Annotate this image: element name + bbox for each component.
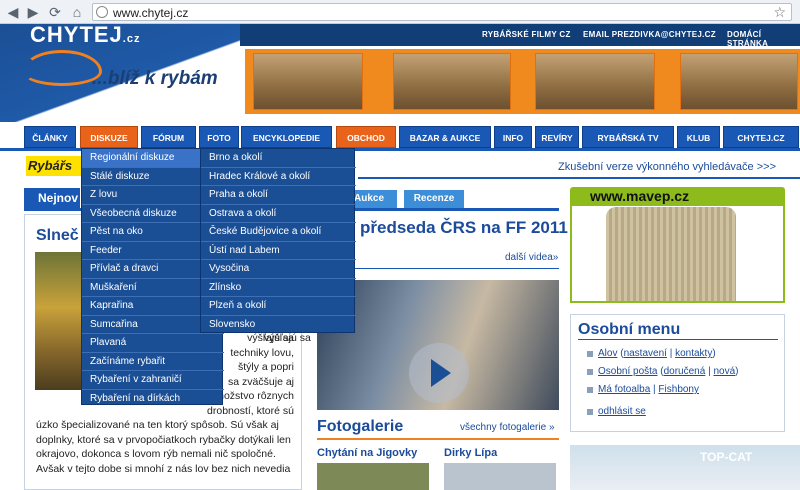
bullet-icon (587, 387, 593, 393)
logo[interactable]: CHYTEJ.cz (30, 22, 140, 48)
submenu-item[interactable]: Brno a okolí (201, 149, 356, 168)
gallery-item-title[interactable]: Dirky Lípa (444, 447, 497, 459)
logo-brand: CHYTEJ (30, 22, 123, 47)
tab-nejnovejsi[interactable]: Nejnov (24, 188, 80, 208)
submenu-item[interactable]: České Budějovice a okolí (201, 223, 356, 242)
submenu-item[interactable]: Praha a okolí (201, 186, 356, 205)
reload-icon[interactable]: ⟳ (46, 3, 64, 21)
personal-menu-row: odhlásit se (598, 406, 646, 417)
nav-rybarska-tv[interactable]: RYBÁŘSKÁ TV (582, 126, 674, 148)
submenu-item[interactable]: Vysočina (201, 260, 356, 279)
nav-encyklopedie[interactable]: ENCYKLOPEDIE (241, 126, 332, 148)
bullet-icon (587, 409, 593, 415)
personal-menu-title: Osobní menu (578, 321, 681, 338)
article-line: Avšak v tejto dobe si mnohí z nás lov be… (36, 462, 291, 475)
browser-toolbar: ◀ ▶ ⟳ ⌂ www.chytej.cz ☆ (0, 0, 800, 24)
slogan: ...blíž k rybám (92, 68, 218, 89)
gallery-thumbnail[interactable] (444, 463, 556, 490)
article-line: doplnky, ktoré sa v prvopočiatkoch rybač… (36, 433, 291, 446)
home-icon[interactable]: ⌂ (68, 3, 86, 21)
dropdown-item[interactable]: Plavaná (82, 334, 224, 353)
submenu-item[interactable]: Plzeň a okolí (201, 297, 356, 316)
bookmark-star-icon[interactable]: ☆ (773, 4, 786, 21)
user-link[interactable]: Alov (598, 348, 617, 359)
article-line: okrajovo, dokonca s lovom rýb nemali nič… (36, 448, 276, 460)
submenu-item[interactable]: Ostrava a okolí (201, 205, 356, 223)
search-beta-link[interactable]: Zkušební verze výkonného vyhledávače >>> (558, 161, 776, 173)
banner-photo-2 (393, 53, 511, 110)
article-text-full: úzko špecializované na ten ktorý spôsob.… (36, 418, 294, 476)
gallery-underline (317, 438, 559, 440)
submenu-item[interactable]: Zlínsko (201, 279, 356, 297)
logo-tld: .cz (122, 33, 141, 45)
nav-reviry[interactable]: REVÍRY (535, 126, 579, 148)
photo-albums-link[interactable]: Má fotoalba (598, 384, 650, 395)
submenu-item[interactable]: Ústí nad Labem (201, 242, 356, 260)
top-links-bar: RYBÁŘSKÉ FILMY CZ EMAIL PREZDIVKA@CHYTEJ… (240, 24, 800, 48)
nav-diskuze[interactable]: DISKUZE (80, 126, 138, 148)
personal-menu-row: Osobní pošta (doručená | nová) (598, 366, 739, 377)
fishing-image[interactable] (570, 445, 800, 490)
nav-chytej[interactable]: CHYTEJ.CZ (723, 126, 799, 148)
logout-link[interactable]: odhlásit se (598, 406, 646, 417)
ad-url[interactable]: www.mavep.cz (590, 188, 689, 204)
article-title[interactable]: Slneč (36, 227, 79, 245)
more-videos-link[interactable]: další videa» (505, 252, 558, 263)
all-galleries-link[interactable]: všechny fotogalerie » (460, 422, 555, 433)
personal-menu-row: Alov (nastavení | kontakty) (598, 348, 716, 359)
mail-link[interactable]: Osobní pošta (598, 366, 657, 377)
tab-recenze[interactable]: Recenze (404, 190, 464, 208)
top-link-email[interactable]: EMAIL PREZDIVKA@CHYTEJ.CZ (583, 30, 716, 39)
logo-fish-icon (22, 50, 102, 86)
nav-obchod[interactable]: OBCHOD (336, 126, 396, 148)
top-link-home[interactable]: DOMÁCÍ STRÁNKA (727, 30, 800, 48)
contacts-link[interactable]: kontakty (675, 348, 712, 359)
personal-menu-row: Má fotoalba | Fishbony (598, 384, 699, 395)
header-banner[interactable] (245, 49, 800, 114)
new-mail-link[interactable]: nová (713, 366, 735, 377)
banner-photo-4 (680, 53, 798, 110)
bullet-icon (587, 351, 593, 357)
submenu-item[interactable]: Slovensko (201, 316, 356, 335)
gallery-item-title[interactable]: Chytání na Jigovky (317, 447, 417, 459)
forward-icon[interactable]: ▶ (24, 3, 42, 21)
url-text[interactable]: www.chytej.cz (113, 6, 188, 20)
inbox-link[interactable]: doručená (664, 366, 706, 377)
globe-icon (96, 6, 108, 18)
submenu-item[interactable]: Hradec Králové a okolí (201, 168, 356, 186)
dropdown-item[interactable]: Rybaření na dírkách (82, 390, 224, 409)
regions-submenu: Brno a okolí Hradec Králové a okolí Prah… (200, 148, 356, 335)
gallery-title[interactable]: Fotogalerie (317, 418, 403, 436)
dropdown-item[interactable]: Rybaření v zahraničí (82, 371, 224, 390)
shirt-image[interactable] (606, 207, 736, 301)
banner-photo-3 (535, 53, 655, 110)
banner-photo-1 (253, 53, 363, 110)
back-icon[interactable]: ◀ (4, 3, 22, 21)
main-nav: ČLÁNKY DISKUZE FÓRUM FOTO ENCYKLOPEDIE O… (0, 126, 800, 148)
nav-bazar-aukce[interactable]: BAZAR & AUKCE (399, 126, 491, 148)
dropdown-item[interactable]: Začínáme rybařit (82, 353, 224, 371)
search-underline (358, 177, 800, 179)
article-line: úzko špecializované na ten ktorý spôsob.… (36, 419, 279, 431)
nav-klub[interactable]: KLUB (677, 126, 720, 148)
video-title[interactable]: předseda ČRS na FF 2011 (360, 218, 568, 238)
rybar-banner[interactable]: Rybářs (26, 156, 86, 176)
play-icon[interactable] (409, 343, 469, 403)
personal-menu-underline (578, 339, 778, 340)
top-link-films[interactable]: RYBÁŘSKÉ FILMY CZ (482, 30, 571, 39)
bullet-icon (587, 369, 593, 375)
nav-forum[interactable]: FÓRUM (141, 126, 196, 148)
gallery-thumbnail[interactable] (317, 463, 429, 490)
nav-clanky[interactable]: ČLÁNKY (24, 126, 76, 148)
nav-info[interactable]: INFO (494, 126, 532, 148)
address-bar[interactable]: www.chytej.cz ☆ (92, 3, 792, 21)
nav-foto[interactable]: FOTO (199, 126, 239, 148)
fishbony-link[interactable]: Fishbony (658, 384, 699, 395)
settings-link[interactable]: nastavení (624, 348, 667, 359)
watermark: TOP-CAT (700, 450, 753, 464)
